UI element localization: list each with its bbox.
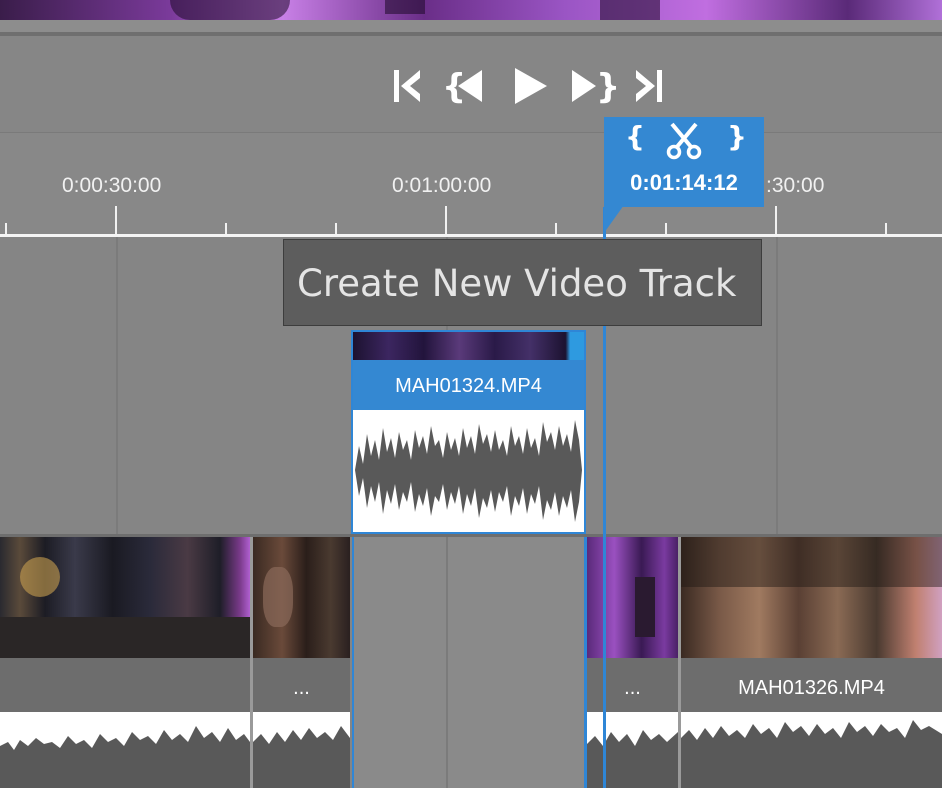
preview-strip	[0, 0, 942, 20]
clip-waveform	[587, 712, 678, 788]
svg-text:}: }	[596, 67, 616, 106]
ruler-tick	[5, 223, 7, 234]
ruler-tick	[885, 223, 887, 234]
ruler-tick	[665, 223, 667, 234]
skip-to-start-icon	[394, 70, 420, 102]
set-out-point-button[interactable]: }	[727, 120, 747, 153]
ruler-tick	[225, 223, 227, 234]
clip-boundary[interactable]	[584, 537, 587, 788]
clip-thumbnail	[353, 332, 584, 360]
play-button[interactable]	[510, 66, 550, 106]
ruler-tick	[555, 223, 557, 234]
clip-label: MAH01326.MP4	[681, 658, 942, 712]
grid-line	[116, 237, 118, 535]
ruler-tick	[445, 206, 447, 234]
selected-clip[interactable]: MAH01324.MP4	[351, 330, 586, 534]
ruler-label: 0:01:00:00	[392, 174, 492, 197]
clip-name: MAH01324.MP4	[353, 360, 584, 410]
panel-divider[interactable]	[0, 20, 942, 36]
play-icon	[515, 68, 547, 104]
scissors-icon	[666, 122, 702, 160]
next-edit-button[interactable]: }	[568, 66, 620, 107]
skip-to-end-icon	[636, 70, 662, 102]
grid-line	[446, 537, 448, 788]
clip-waveform	[353, 410, 584, 532]
clip-thumbnail	[681, 537, 942, 658]
split-clip-button[interactable]	[666, 122, 702, 160]
clip-waveform	[681, 712, 942, 788]
clip-waveform	[253, 712, 350, 788]
empty-gap[interactable]	[352, 537, 586, 788]
playhead-timecode: 0:01:14:12	[630, 170, 738, 195]
clip-label: ...	[587, 658, 678, 712]
clip-waveform	[0, 712, 250, 788]
previous-edit-button[interactable]: {	[442, 66, 490, 107]
ruler-label: :30:00	[766, 174, 825, 197]
ruler-tick	[335, 223, 337, 234]
clip-thumbnail	[0, 537, 250, 658]
ruler-tick	[115, 206, 117, 234]
ruler-label: 0:00:30:00	[62, 174, 162, 197]
grid-line	[776, 237, 778, 535]
previous-edit-icon: {	[442, 67, 482, 107]
go-to-end-button[interactable]	[632, 66, 672, 106]
go-to-start-button[interactable]	[388, 66, 428, 106]
tooltip: Create New Video Track	[283, 239, 762, 326]
set-in-point-button[interactable]: {	[625, 120, 645, 153]
clip-label	[0, 658, 250, 712]
clip-boundary[interactable]	[678, 537, 681, 788]
next-edit-icon: }	[572, 67, 620, 107]
clip-thumbnail	[253, 537, 350, 658]
playhead-pointer[interactable]	[604, 205, 624, 233]
clip-label: ...	[253, 658, 350, 712]
clip-boundary[interactable]	[250, 537, 253, 788]
ruler-tick	[775, 206, 777, 234]
clip-thumbnail	[587, 537, 678, 658]
